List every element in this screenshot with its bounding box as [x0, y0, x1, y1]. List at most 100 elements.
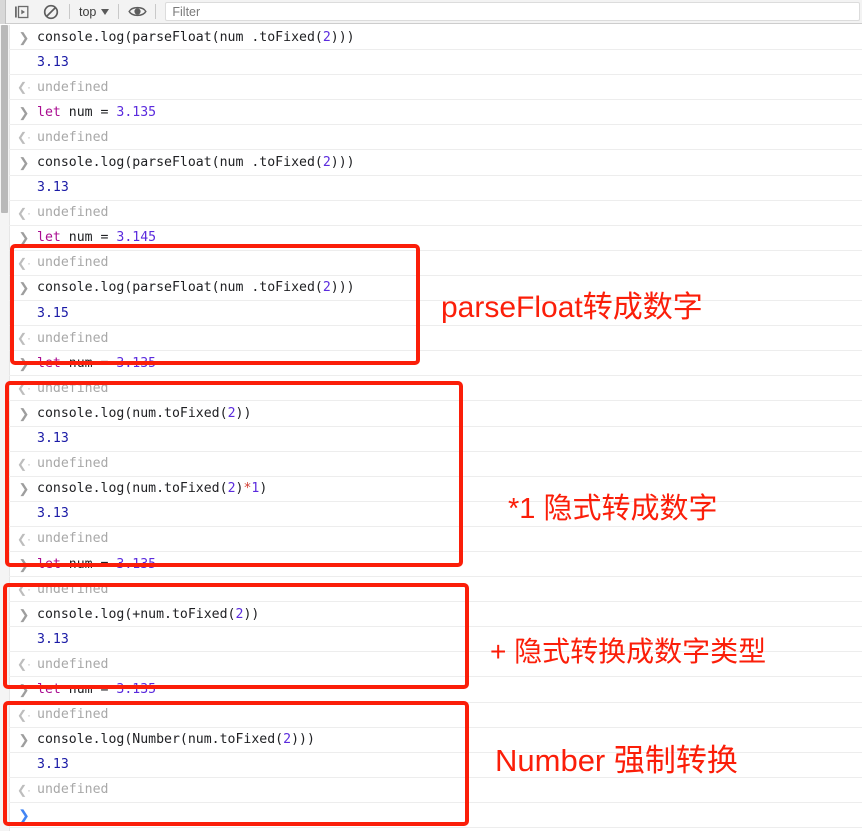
context-selector-label: top: [79, 4, 97, 19]
toolbar-divider-2: [118, 4, 120, 19]
console-row: 3.13: [9, 502, 862, 527]
return-value-text: undefined: [37, 331, 108, 346]
code-token: console.log(Number(num.toFixed(: [37, 732, 284, 748]
return-chevron-icon: ❮·: [16, 657, 32, 672]
code-token: let: [37, 104, 61, 120]
input-expression-text: let num = 3.135: [37, 105, 156, 120]
return-value-text: undefined: [37, 782, 108, 797]
console-row: ❯ console.log(parseFloat(num .toFixed(2))…: [9, 150, 862, 176]
return-chevron-icon: ❮·: [16, 205, 32, 220]
code-token: let: [37, 681, 61, 697]
clear-console-button[interactable]: [36, 0, 66, 24]
code-token: undefined: [37, 531, 109, 547]
code-token: console.log(parseFloat(num .toFixed(: [37, 29, 323, 45]
code-token: 2: [283, 732, 292, 748]
input-chevron-icon: ❯: [18, 481, 30, 497]
console-row: ❮· undefined: [9, 703, 862, 728]
input-expression-text: console.log(num.toFixed(2)): [37, 406, 251, 421]
code-token: )): [235, 405, 252, 421]
execution-step-icon-button[interactable]: [6, 0, 36, 24]
code-token: undefined: [37, 581, 109, 597]
return-value-text: undefined: [37, 582, 108, 597]
return-value-text: undefined: [37, 456, 108, 471]
return-chevron-icon: ❮·: [16, 381, 32, 396]
code-token: num =: [60, 556, 117, 572]
code-token: console.log(num.toFixed(: [37, 405, 228, 421]
input-chevron-icon: ❯: [18, 732, 30, 748]
return-chevron-icon: ❮·: [16, 130, 32, 145]
input-expression-text: console.log(parseFloat(num .toFixed(2))): [37, 280, 355, 295]
return-chevron-icon: ❮·: [16, 456, 32, 471]
log-output-text: 3.13: [37, 757, 69, 772]
input-expression-text: console.log(parseFloat(num .toFixed(2))): [37, 30, 355, 45]
code-token: 3.145: [116, 230, 157, 246]
code-token: undefined: [37, 79, 109, 95]
return-value-text: undefined: [37, 707, 108, 722]
eye-icon: [128, 6, 147, 17]
return-chevron-icon: ❮·: [16, 531, 32, 546]
code-token: undefined: [37, 255, 109, 271]
input-chevron-icon: ❯: [18, 155, 30, 171]
code-token: num =: [60, 104, 117, 120]
execution-step-icon: [14, 5, 28, 18]
log-output-text: 3.15: [37, 306, 69, 321]
console-scrollbar-thumb[interactable]: [1, 25, 8, 213]
code-token: undefined: [37, 456, 109, 472]
log-output-text: 3.13: [37, 431, 69, 446]
filter-placeholder: Filter: [172, 4, 201, 19]
filter-input[interactable]: Filter: [165, 2, 860, 21]
annotation-label-number: Number 强制转换: [495, 743, 738, 778]
input-expression-text: console.log(parseFloat(num .toFixed(2))): [37, 155, 355, 170]
code-token: 3.13: [37, 757, 69, 773]
input-expression-text: let num = 3.135: [37, 557, 156, 572]
return-value-text: undefined: [37, 381, 108, 396]
code-token: let: [37, 355, 61, 371]
console-toolbar: top Filter: [0, 0, 862, 24]
code-token: 3.135: [116, 681, 157, 697]
code-token: undefined: [37, 330, 109, 346]
annotation-label-parsefloat: parseFloat转成数字: [441, 291, 703, 324]
return-chevron-icon: ❮·: [16, 707, 32, 722]
return-chevron-icon: ❮·: [16, 582, 32, 597]
code-token: undefined: [37, 380, 109, 396]
input-chevron-icon: ❯: [18, 606, 30, 622]
code-token: console.log(parseFloat(num .toFixed(: [37, 280, 323, 296]
console-prompt-row[interactable]: ❯: [9, 803, 862, 828]
console-row: ❯ let num = 3.135: [9, 552, 862, 578]
code-token: )): [243, 606, 260, 622]
input-expression-text: let num = 3.135: [37, 682, 156, 697]
code-token: num =: [60, 355, 117, 371]
input-chevron-icon: ❯: [18, 681, 30, 697]
code-token: 3.13: [37, 431, 69, 447]
console-row: 3.13: [9, 50, 862, 76]
console-row: ❯ let num = 3.135: [9, 351, 862, 377]
console-message-list: ❯ console.log(parseFloat(num .toFixed(2))…: [9, 25, 862, 828]
code-token: undefined: [37, 205, 109, 221]
console-panel: ❯ console.log(parseFloat(num .toFixed(2))…: [0, 25, 862, 831]
context-selector[interactable]: top: [73, 0, 115, 24]
console-row: ❯ let num = 3.135: [9, 100, 862, 126]
log-output-text: 3.13: [37, 506, 69, 521]
code-token: 2: [227, 481, 236, 497]
console-row: ❯ console.log(+num.toFixed(2)): [9, 602, 862, 628]
console-row: ❮· undefined: [9, 75, 862, 101]
annotation-label-times-one: *1 隐式转成数字: [508, 493, 718, 525]
code-token: 3.15: [37, 305, 69, 321]
input-expression-text: console.log(+num.toFixed(2)): [37, 607, 259, 622]
console-row: ❮· undefined: [9, 326, 862, 352]
live-expression-button[interactable]: [122, 0, 152, 24]
annotation-label-unary-plus: + 隐式转换成数字类型: [490, 636, 767, 667]
code-token: undefined: [37, 129, 109, 145]
code-token: 3.13: [37, 506, 69, 522]
toolbar-divider-1: [69, 4, 70, 19]
code-token: 3.135: [116, 355, 157, 371]
console-row: ❮· undefined: [9, 577, 862, 603]
code-token: undefined: [37, 707, 109, 723]
code-token: 3.13: [37, 631, 69, 647]
code-token: 3.135: [116, 104, 157, 120]
console-row: ❮· undefined: [9, 125, 862, 151]
code-token: undefined: [37, 782, 109, 798]
return-chevron-icon: ❮·: [16, 255, 32, 270]
no-entry-icon: [43, 4, 59, 19]
console-row: 3.13: [9, 427, 862, 452]
